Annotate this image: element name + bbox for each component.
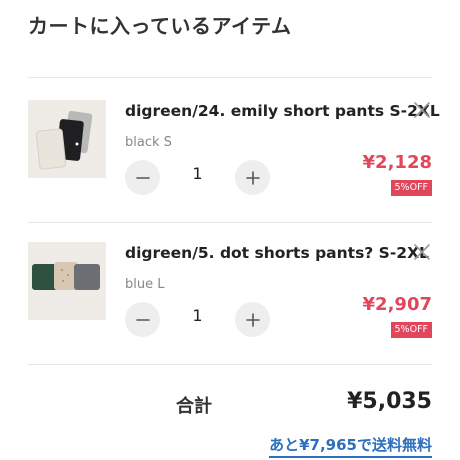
- item-price: ¥2,907: [362, 294, 432, 315]
- product-photo-icon: [28, 242, 106, 320]
- cart-item: digreen/24. emily short pants S-2XL blac…: [28, 100, 440, 220]
- total-label: 合計: [176, 396, 212, 417]
- minus-icon: [135, 318, 150, 321]
- cart-item: digreen/5. dot shorts pants? S-2XL blue …: [28, 242, 432, 362]
- increase-quantity-button[interactable]: [235, 160, 270, 195]
- decrease-quantity-button[interactable]: [125, 160, 160, 195]
- product-variant: blue L: [125, 277, 165, 292]
- plus-icon: [245, 312, 260, 327]
- close-icon: [414, 102, 430, 118]
- discount-badge: 5%OFF: [390, 180, 432, 196]
- remove-item-button[interactable]: [412, 242, 432, 262]
- plus-icon: [245, 170, 260, 185]
- divider: [28, 364, 432, 365]
- product-thumbnail[interactable]: [28, 100, 106, 178]
- item-price: ¥2,128: [362, 152, 432, 173]
- minus-icon: [135, 176, 150, 179]
- close-icon: [414, 244, 430, 260]
- product-name[interactable]: digreen/5. dot shorts pants? S-2XL: [125, 244, 429, 262]
- product-photo-icon: [28, 100, 106, 178]
- product-thumbnail[interactable]: [28, 242, 106, 320]
- page-title: カートに入っているアイテム: [28, 14, 292, 38]
- remove-item-button[interactable]: [412, 100, 432, 120]
- discount-badge: 5%OFF: [390, 322, 432, 338]
- quantity-value: 1: [192, 306, 203, 325]
- divider: [28, 222, 432, 223]
- free-shipping-link[interactable]: あと¥7,965で送料無料: [269, 434, 432, 458]
- quantity-value: 1: [192, 164, 203, 183]
- product-variant: black S: [125, 135, 172, 150]
- increase-quantity-button[interactable]: [235, 302, 270, 337]
- decrease-quantity-button[interactable]: [125, 302, 160, 337]
- total-value: ¥5,035: [347, 389, 432, 414]
- divider: [28, 77, 432, 78]
- product-name[interactable]: digreen/24. emily short pants S-2XL: [125, 102, 440, 120]
